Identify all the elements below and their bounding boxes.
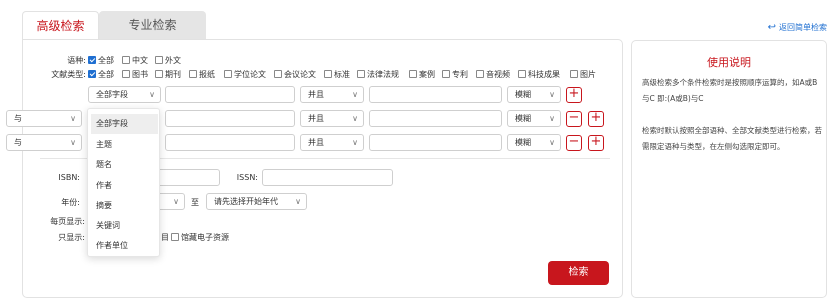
logic-select-2[interactable]: 与 ∨ bbox=[6, 110, 82, 127]
remove-row-button[interactable]: − bbox=[566, 135, 582, 151]
doctype-option-thesis[interactable]: 学位论文 bbox=[224, 69, 266, 80]
year-to-label: 至 bbox=[191, 198, 199, 207]
field-option-abstract[interactable]: 摘要 bbox=[91, 196, 158, 216]
issn-label: ISSN: bbox=[236, 173, 258, 182]
year-end-select[interactable]: 请先选择开始年代 ∨ bbox=[206, 193, 307, 210]
tab-professional-search[interactable]: 专业检索 bbox=[99, 11, 206, 39]
doctype-option-all[interactable]: 全部 bbox=[88, 69, 114, 80]
match-select-1[interactable]: 模糊 ∨ bbox=[507, 86, 561, 103]
checkbox[interactable] bbox=[189, 70, 197, 78]
checkbox[interactable] bbox=[122, 56, 130, 64]
chevron-down-icon: ∨ bbox=[549, 90, 555, 99]
keyword-input-2[interactable] bbox=[165, 110, 295, 127]
logic-select-3[interactable]: 与 ∨ bbox=[6, 134, 82, 151]
field-option-all[interactable]: 全部字段 bbox=[91, 114, 158, 134]
keyword-input-1b[interactable] bbox=[369, 86, 502, 103]
doctype-option-achievement[interactable]: 科技成果 bbox=[518, 69, 560, 80]
checkbox[interactable] bbox=[409, 70, 417, 78]
tab-advanced-search[interactable]: 高级检索 bbox=[22, 11, 99, 39]
doctype-option-law[interactable]: 法律法规 bbox=[357, 69, 399, 80]
help-paragraph-2: 检索时默认按照全部语种、全部文献类型进行检索，若需限定语种与类型，在左侧勾选限定… bbox=[642, 126, 822, 151]
per-page-label: 每页显示: bbox=[50, 217, 85, 226]
connector-select-1[interactable]: 并且 ∨ bbox=[300, 86, 364, 103]
chevron-down-icon: ∨ bbox=[352, 114, 358, 123]
chevron-down-icon: ∨ bbox=[549, 138, 555, 147]
field-option-author[interactable]: 作者 bbox=[91, 176, 158, 196]
field-option-affiliation[interactable]: 作者单位 bbox=[91, 236, 158, 256]
checkbox[interactable] bbox=[476, 70, 484, 78]
help-paragraph-1: 高级检索多个条件检索时是按照顺序运算的，如A或B与C 即:(A或B)与C bbox=[642, 78, 818, 103]
match-select-3[interactable]: 模糊 ∨ bbox=[507, 134, 561, 151]
doctype-option-av[interactable]: 音视频 bbox=[476, 69, 510, 80]
checkbox[interactable] bbox=[171, 233, 179, 241]
checkbox[interactable] bbox=[357, 70, 365, 78]
help-panel: 使用说明 高级检索多个条件检索时是按照顺序运算的，如A或B与C 即:(A或B)与… bbox=[631, 40, 827, 298]
chevron-down-icon: ∨ bbox=[295, 197, 301, 206]
checkbox[interactable] bbox=[518, 70, 526, 78]
checkbox-checked[interactable] bbox=[88, 70, 96, 78]
checkbox[interactable] bbox=[442, 70, 450, 78]
isbn-label: ISBN: bbox=[58, 173, 80, 182]
checkbox[interactable] bbox=[224, 70, 232, 78]
remove-row-button[interactable]: − bbox=[566, 111, 582, 127]
language-option-all[interactable]: 全部 bbox=[88, 55, 114, 66]
doctype-option-standard[interactable]: 标准 bbox=[324, 69, 350, 80]
chevron-down-icon: ∨ bbox=[352, 90, 358, 99]
only-show-ebook-option[interactable]: 馆藏电子资源 bbox=[171, 232, 229, 243]
checkbox[interactable] bbox=[570, 70, 578, 78]
only-show-label: 只显示: bbox=[58, 233, 85, 242]
field-option-keyword[interactable]: 关键词 bbox=[91, 216, 158, 236]
help-title: 使用说明 bbox=[707, 56, 751, 69]
year-label: 年份: bbox=[61, 198, 80, 207]
language-label: 语种: bbox=[67, 56, 86, 65]
doctype-option-patent[interactable]: 专利 bbox=[442, 69, 468, 80]
back-arrow-icon: ↩ bbox=[767, 22, 776, 33]
checkbox[interactable] bbox=[155, 70, 163, 78]
chevron-down-icon: ∨ bbox=[173, 197, 179, 206]
match-select-2[interactable]: 模糊 ∨ bbox=[507, 110, 561, 127]
language-option-chinese[interactable]: 中文 bbox=[122, 55, 148, 66]
doctype-option-conference[interactable]: 会议论文 bbox=[274, 69, 316, 80]
only-show-partial-text: 目 bbox=[161, 233, 169, 242]
add-row-button[interactable]: + bbox=[588, 111, 604, 127]
keyword-input-3[interactable] bbox=[165, 134, 295, 151]
chevron-down-icon: ∨ bbox=[352, 138, 358, 147]
doctype-option-image[interactable]: 图片 bbox=[570, 69, 596, 80]
keyword-input-3b[interactable] bbox=[369, 134, 502, 151]
chevron-down-icon: ∨ bbox=[70, 114, 76, 123]
checkbox[interactable] bbox=[274, 70, 282, 78]
chevron-down-icon: ∨ bbox=[149, 90, 155, 99]
checkbox[interactable] bbox=[155, 56, 163, 64]
doctype-option-newspaper[interactable]: 报纸 bbox=[189, 69, 215, 80]
checkbox[interactable] bbox=[122, 70, 130, 78]
doctype-option-case[interactable]: 案例 bbox=[409, 69, 435, 80]
checkbox-checked[interactable] bbox=[88, 56, 96, 64]
issn-input[interactable] bbox=[262, 169, 393, 186]
isbn-input[interactable] bbox=[150, 169, 220, 186]
keyword-input-2b[interactable] bbox=[369, 110, 502, 127]
doctype-option-journal[interactable]: 期刊 bbox=[155, 69, 181, 80]
doctype-label: 文献类型: bbox=[51, 70, 86, 79]
language-option-foreign[interactable]: 外文 bbox=[155, 55, 181, 66]
doctype-option-book[interactable]: 图书 bbox=[122, 69, 148, 80]
field-option-title[interactable]: 题名 bbox=[91, 155, 158, 175]
chevron-down-icon: ∨ bbox=[549, 114, 555, 123]
chevron-down-icon: ∨ bbox=[70, 138, 76, 147]
checkbox[interactable] bbox=[324, 70, 332, 78]
field-option-subject[interactable]: 主题 bbox=[91, 135, 158, 155]
field-dropdown-menu: 全部字段 主题 题名 作者 摘要 关键词 作者单位 bbox=[87, 108, 160, 257]
search-button[interactable]: 检索 bbox=[548, 261, 609, 285]
keyword-input-1[interactable] bbox=[165, 86, 295, 103]
add-row-button[interactable]: + bbox=[566, 87, 582, 103]
add-row-button[interactable]: + bbox=[588, 135, 604, 151]
connector-select-3[interactable]: 并且 ∨ bbox=[300, 134, 364, 151]
back-link-label: 返回简单检索 bbox=[779, 23, 827, 32]
back-to-simple-search-link[interactable]: ↩ 返回简单检索 bbox=[768, 22, 827, 33]
field-select-1[interactable]: 全部字段 ∨ bbox=[88, 86, 161, 103]
connector-select-2[interactable]: 并且 ∨ bbox=[300, 110, 364, 127]
